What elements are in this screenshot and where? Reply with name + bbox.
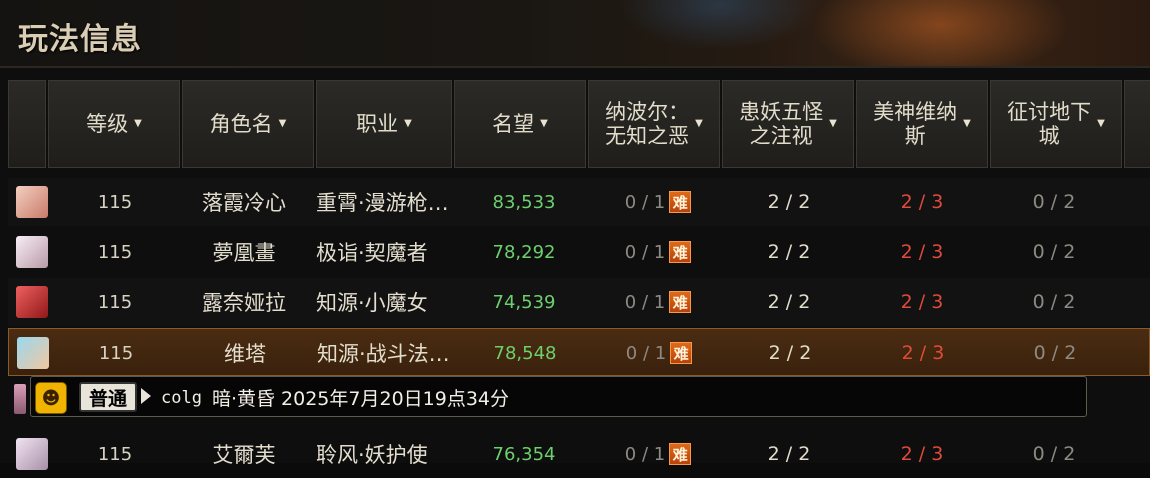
- table-row[interactable]: 115 露奈娅拉 知源·小魔女 74,539 0 / 1难 2 / 2 2 / …: [8, 278, 1150, 326]
- dungeon-progress-cell: 0 / 2: [1033, 342, 1077, 364]
- column-header-level[interactable]: 等级 ▼: [48, 80, 180, 168]
- table-row[interactable]: 115 艾爾芙 聆风·妖护使 76,354 0 / 1难 2 / 2 2 / 3…: [8, 430, 1150, 478]
- naboer-progress-cell: 0 / 1难: [594, 430, 722, 478]
- venus-progress-cell: 2 / 3: [900, 241, 944, 263]
- title-bar: 玩法信息: [0, 0, 1150, 66]
- hard-mode-badge: 难: [669, 443, 692, 465]
- dungeon-progress-cell: 0 / 2: [1032, 291, 1076, 313]
- naboer-progress-cell: 0 / 1难: [594, 278, 722, 326]
- character-avatar: [16, 438, 48, 470]
- emoji-icon[interactable]: ☻: [35, 382, 67, 414]
- column-label: 职业: [356, 112, 399, 136]
- hard-mode-badge: 难: [669, 291, 692, 313]
- channel-arrow-icon: [141, 388, 151, 404]
- chat-channel-button[interactable]: 普通: [79, 382, 137, 412]
- job-cell: 聆风·妖护使: [316, 443, 428, 467]
- huanyao-progress-cell: 2 / 2: [768, 342, 812, 364]
- naboer-progress-cell: 0 / 1难: [594, 178, 722, 226]
- sort-arrow-icon[interactable]: ▼: [963, 112, 971, 136]
- character-avatar: [16, 286, 48, 318]
- level-cell: 115: [98, 342, 134, 364]
- column-label: 美神维纳 斯: [873, 100, 958, 148]
- hard-mode-badge: 难: [669, 191, 692, 213]
- column-header-huanyao[interactable]: 患妖五怪 之注视 ▼: [722, 80, 854, 168]
- name-cell: 维塔: [224, 342, 266, 366]
- level-cell: 115: [97, 241, 133, 263]
- job-cell: 极诣·契魔者: [316, 241, 428, 265]
- decorative-glow: [620, 0, 820, 50]
- chat-message: colg 暗·黄昏 2025年7月20日19点34分: [161, 377, 509, 418]
- chat-bar[interactable]: ☻ 普通 colg 暗·黄昏 2025年7月20日19点34分: [30, 376, 1087, 417]
- venus-progress-cell: 2 / 3: [901, 342, 945, 364]
- job-cell: 知源·战斗法…: [317, 342, 450, 366]
- progress-text: 0 / 1: [625, 342, 667, 364]
- table-row-selected[interactable]: 115 维塔 知源·战斗法… 78,548 0 / 1难 2 / 2 2 / 3…: [8, 328, 1150, 376]
- column-header-naboer[interactable]: 纳波尔： 无知之恶 ▼: [588, 80, 720, 168]
- fame-cell: 83,533: [492, 191, 556, 213]
- character-avatar: [16, 236, 48, 268]
- column-header-avatar: [8, 80, 46, 168]
- huanyao-progress-cell: 2 / 2: [767, 443, 811, 465]
- sort-arrow-icon[interactable]: ▼: [829, 112, 837, 136]
- naboer-progress-cell: 0 / 1难: [594, 228, 722, 276]
- level-cell: 115: [97, 291, 133, 313]
- fame-cell: 76,354: [492, 443, 556, 465]
- sort-arrow-icon[interactable]: ▼: [695, 112, 703, 136]
- column-header-job[interactable]: 职业 ▼: [316, 80, 452, 168]
- name-cell: 艾爾芙: [212, 443, 276, 467]
- sort-arrow-icon[interactable]: ▼: [134, 112, 142, 136]
- table-row[interactable]: 115 落霞冷心 重霄·漫游枪… 83,533 0 / 1难 2 / 2 2 /…: [8, 178, 1150, 226]
- hard-mode-badge: 难: [669, 241, 692, 263]
- fame-cell: 74,539: [492, 291, 556, 313]
- progress-text: 0 / 1: [624, 191, 666, 213]
- dungeon-progress-cell: 0 / 2: [1032, 443, 1076, 465]
- name-cell: 露奈娅拉: [202, 291, 286, 315]
- character-avatar: [17, 337, 49, 369]
- name-cell: 夢凰畫: [212, 241, 276, 265]
- table-row[interactable]: 115 夢凰畫 极诣·契魔者 78,292 0 / 1难 2 / 2 2 / 3…: [8, 228, 1150, 276]
- chat-username: colg: [161, 387, 202, 408]
- column-label: 名望: [492, 112, 535, 136]
- sort-arrow-icon[interactable]: ▼: [1097, 112, 1105, 136]
- venus-progress-cell: 2 / 3: [900, 291, 944, 313]
- huanyao-progress-cell: 2 / 2: [767, 191, 811, 213]
- progress-text: 0 / 1: [624, 443, 666, 465]
- level-cell: 115: [97, 443, 133, 465]
- column-header-name[interactable]: 角色名 ▼: [182, 80, 314, 168]
- dungeon-progress-cell: 0 / 2: [1032, 241, 1076, 263]
- job-cell: 知源·小魔女: [316, 291, 428, 315]
- column-label: 患妖五怪 之注视: [739, 100, 824, 148]
- name-cell: 落霞冷心: [202, 191, 286, 215]
- sort-arrow-icon[interactable]: ▼: [404, 112, 412, 136]
- job-cell: 重霄·漫游枪…: [316, 191, 449, 215]
- column-label: 征讨地下 城: [1007, 100, 1092, 148]
- naboer-progress-cell: 0 / 1难: [595, 329, 723, 377]
- fame-cell: 78,548: [493, 342, 557, 364]
- chat-message-text: 暗·黄昏 2025年7月20日19点34分: [211, 388, 510, 410]
- progress-text: 0 / 1: [624, 241, 666, 263]
- collapsed-avatar-strip: [14, 384, 26, 414]
- dungeon-progress-cell: 0 / 2: [1032, 191, 1076, 213]
- table-header: 等级 ▼ 角色名 ▼ 职业 ▼ 名望 ▼ 纳波尔： 无知之恶 ▼ 患妖五怪 之注视 ▼ 美神…: [8, 80, 1150, 168]
- venus-progress-cell: 2 / 3: [900, 443, 944, 465]
- column-header-venus[interactable]: 美神维纳 斯 ▼: [856, 80, 988, 168]
- column-label: 角色名: [209, 112, 273, 136]
- column-header-fame[interactable]: 名望 ▼: [454, 80, 586, 168]
- character-avatar: [16, 186, 48, 218]
- column-label: 纳波尔： 无知之恶: [605, 100, 690, 148]
- progress-text: 0 / 1: [624, 291, 666, 313]
- fame-cell: 78,292: [492, 241, 556, 263]
- decorative-glow: [810, 0, 1070, 66]
- hard-mode-badge: 难: [670, 342, 693, 364]
- venus-progress-cell: 2 / 3: [900, 191, 944, 213]
- column-header-dungeon[interactable]: 征讨地下 城 ▼: [990, 80, 1122, 168]
- level-cell: 115: [97, 191, 133, 213]
- huanyao-progress-cell: 2 / 2: [767, 241, 811, 263]
- column-header-overflow: [1124, 80, 1150, 168]
- huanyao-progress-cell: 2 / 2: [767, 291, 811, 313]
- sort-arrow-icon[interactable]: ▼: [279, 112, 287, 136]
- page-title: 玩法信息: [18, 22, 142, 57]
- column-label: 等级: [86, 112, 129, 136]
- sort-arrow-icon[interactable]: ▼: [540, 112, 548, 136]
